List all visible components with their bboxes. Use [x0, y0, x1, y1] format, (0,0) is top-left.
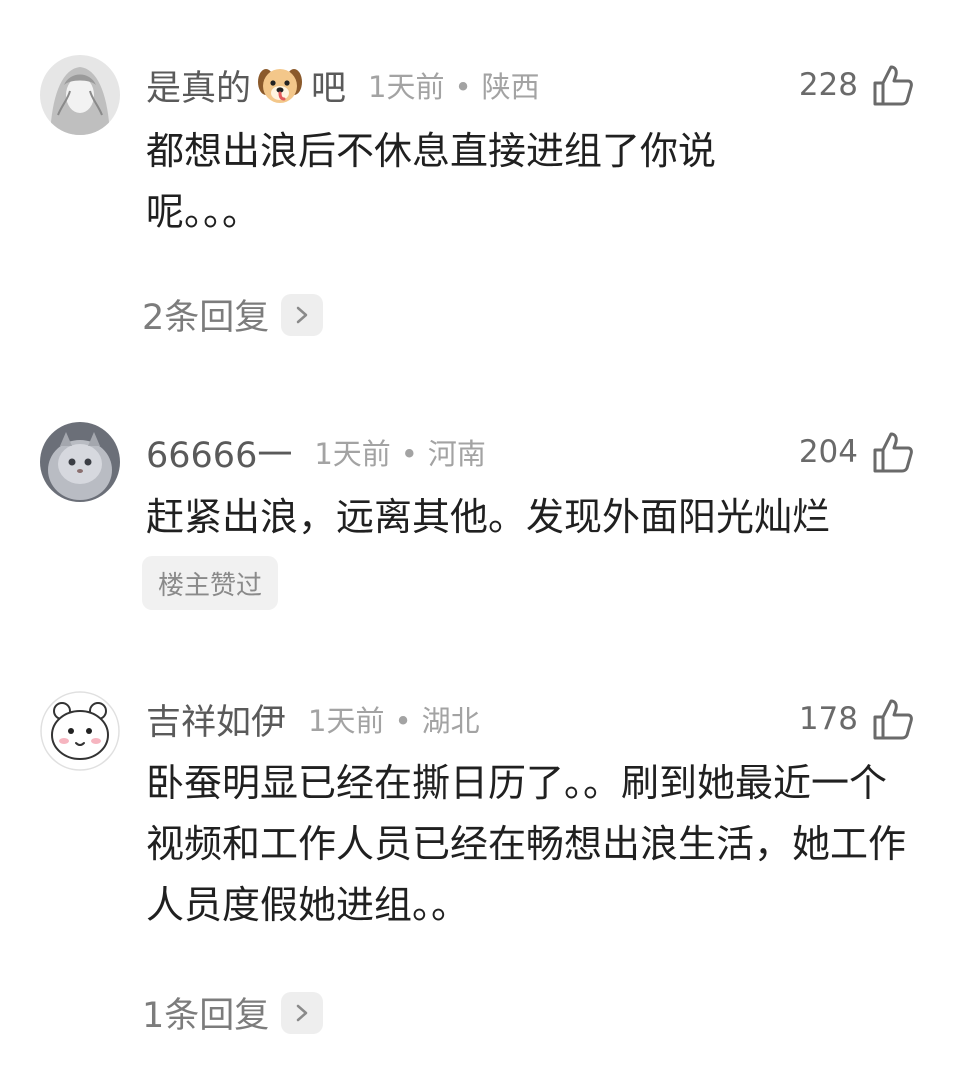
comment-text: 赶紧出浪，远离其他。发现外面阳光灿烂	[146, 495, 831, 539]
chevron-right-icon	[281, 293, 324, 336]
avatar[interactable]	[40, 55, 120, 135]
thumbs-up-outline-icon	[873, 65, 913, 106]
comment-item: 吉祥如伊 1天前 • 湖北 178 卧蚕明显已经在撕日历了。。刷到她最近一个视频和工…	[0, 660, 960, 1066]
cartoon-bear-avatar-icon	[40, 691, 120, 771]
avatar[interactable]	[40, 691, 120, 771]
comment-item: 66666一 1天前 • 河南 204 赶紧出浪，远离其他。发现外面阳光灿烂 楼主赞…	[0, 360, 960, 660]
comment-meta: 1天前 • 河南	[314, 437, 486, 471]
thumbs-up-outline-icon	[873, 699, 913, 740]
comment-item: 是真的 吧 1天前 • 陕西 228 都想出浪后不休息直接进组了你说呢。。。 2…	[0, 0, 960, 360]
like-button[interactable]: 228	[799, 63, 914, 107]
like-button[interactable]: 204	[799, 430, 914, 474]
username[interactable]: 吉祥如伊	[146, 694, 286, 745]
like-count: 178	[798, 701, 858, 737]
replies-label: 1条回复	[142, 996, 270, 1036]
comment-meta: 1天前 • 陕西	[368, 70, 540, 104]
chevron-right-icon	[281, 991, 324, 1034]
comment-meta: 1天前 • 湖北	[308, 704, 480, 738]
gray-cat-avatar-icon	[40, 422, 120, 502]
dog-face-emoji-icon	[257, 62, 303, 108]
like-button[interactable]: 178	[799, 697, 914, 741]
view-replies-button[interactable]: 1条回复	[142, 987, 324, 1038]
like-count: 228	[798, 67, 858, 103]
like-count: 204	[798, 434, 858, 470]
username[interactable]: 是真的 吧	[146, 60, 346, 111]
woman-sketch-avatar-icon	[40, 55, 120, 135]
thumbs-up-outline-icon	[873, 432, 913, 473]
comment-text: 卧蚕明显已经在撕日历了。。刷到她最近一个视频和工作人员已经在畅想出浪生活，她工作…	[146, 761, 907, 927]
view-replies-button[interactable]: 2条回复	[142, 289, 324, 340]
author-liked-badge: 楼主赞过	[142, 556, 279, 610]
replies-label: 2条回复	[142, 298, 270, 338]
comment-text: 都想出浪后不休息直接进组了你说呢。。。	[146, 129, 717, 234]
username[interactable]: 66666一	[146, 427, 292, 478]
avatar[interactable]	[40, 422, 120, 502]
